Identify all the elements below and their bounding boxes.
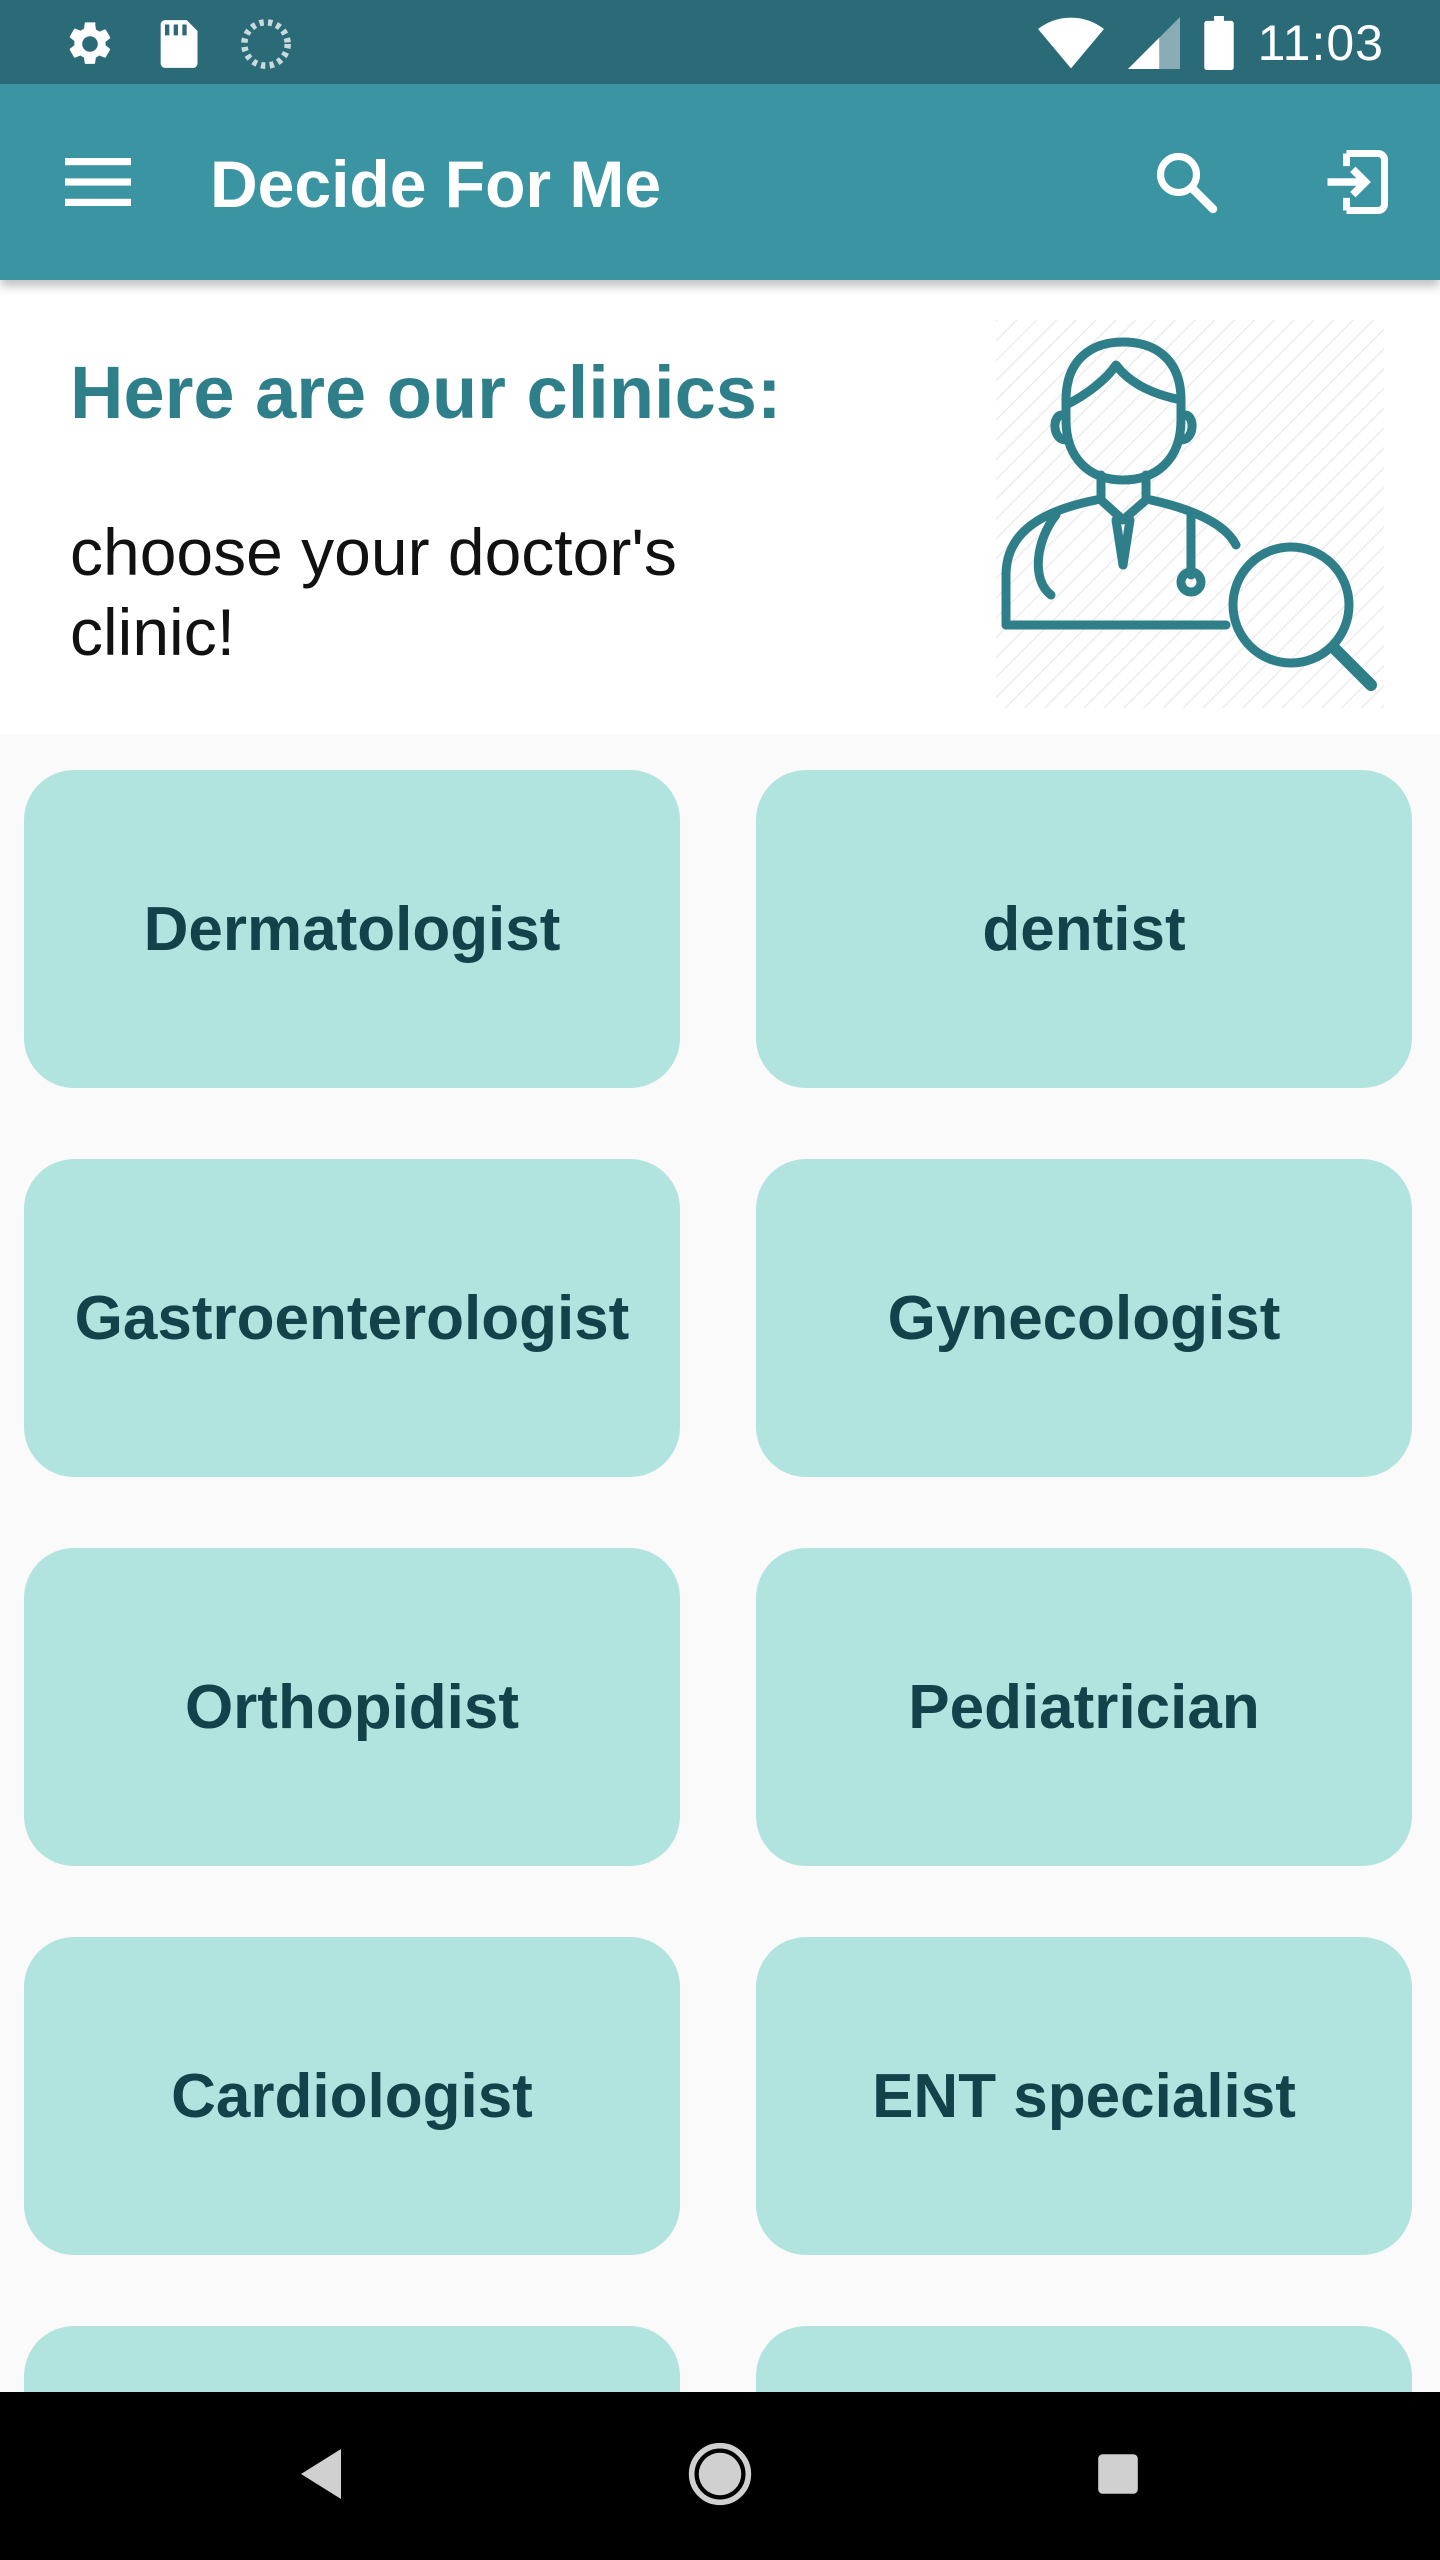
menu-icon[interactable] [62,152,134,212]
status-time: 11:03 [1257,15,1384,71]
clinic-button-dentist[interactable]: dentist [756,770,1412,1088]
clinics-header: Here are our clinics: choose your doctor… [0,280,1440,734]
clinics-grid: Dermatologist dentist Gastroenterologist… [0,734,1440,2392]
clinic-button-partial-left[interactable] [24,2326,680,2392]
doctor-search-icon [996,320,1384,708]
clinic-button-dermatologist[interactable]: Dermatologist [24,770,680,1088]
app-title: Decide For Me [210,147,662,221]
recents-icon[interactable] [1096,2452,1140,2496]
loading-icon [241,19,291,69]
gear-icon [69,22,111,64]
page-title: Here are our clinics: [70,351,782,434]
logout-icon[interactable] [1318,144,1394,220]
status-bar: 11:03 [0,0,1440,84]
page-subtitle: choose your doctor's clinic! [70,515,677,669]
battery-icon [1203,16,1234,70]
search-icon[interactable] [1150,146,1222,218]
clinic-button-pediatrician[interactable]: Pediatrician [756,1548,1412,1866]
home-icon[interactable] [686,2440,754,2508]
sd-card-icon [160,20,198,68]
clinic-button-partial-right[interactable] [756,2326,1412,2392]
clinic-button-orthopidist[interactable]: Orthopidist [24,1548,680,1866]
clinic-button-cardiologist[interactable]: Cardiologist [24,1937,680,2255]
system-nav-bar [0,2392,1440,2560]
signal-icon [1127,17,1180,69]
wifi-icon [1037,17,1104,69]
app-bar: Decide For Me [0,84,1440,280]
clinic-button-gastroenterologist[interactable]: Gastroenterologist [24,1159,680,1477]
clinic-button-ent-specialist[interactable]: ENT specialist [756,1937,1412,2255]
clinic-button-gynecologist[interactable]: Gynecologist [756,1159,1412,1477]
back-icon[interactable] [296,2446,346,2502]
